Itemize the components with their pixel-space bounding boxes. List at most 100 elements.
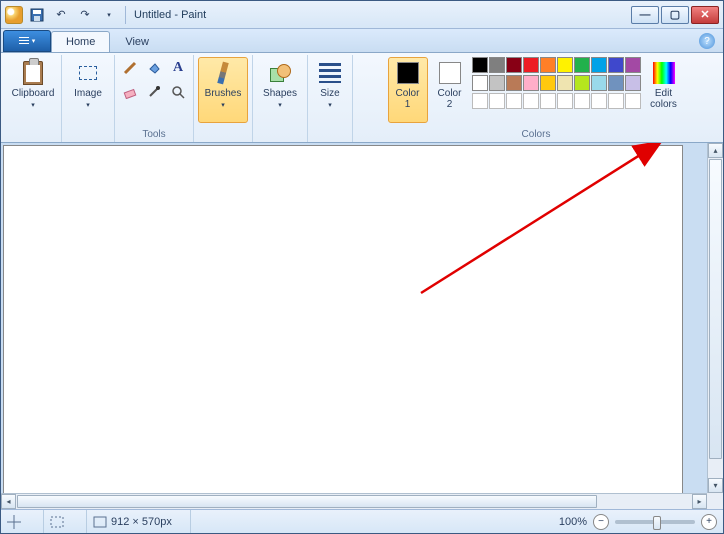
maximize-button[interactable]: ▢ <box>661 6 689 24</box>
size-button[interactable]: Size ▾ <box>312 57 348 123</box>
empty-swatch[interactable] <box>506 93 522 109</box>
canvas[interactable] <box>3 145 683 493</box>
file-menu-button[interactable]: ▾ <box>3 30 51 52</box>
save-button[interactable] <box>27 5 47 25</box>
color-swatch[interactable] <box>574 75 590 91</box>
select-icon <box>79 66 97 80</box>
color-swatch[interactable] <box>591 75 607 91</box>
picker-tool[interactable] <box>143 81 165 103</box>
tab-home[interactable]: Home <box>51 31 110 52</box>
hscroll-thumb[interactable] <box>17 495 597 508</box>
color-swatch[interactable] <box>608 57 624 73</box>
scroll-left-button[interactable]: ◂ <box>1 494 16 509</box>
vscroll-thumb[interactable] <box>709 159 722 459</box>
color-swatch[interactable] <box>540 75 556 91</box>
color-swatch[interactable] <box>557 75 573 91</box>
color-swatch[interactable] <box>557 57 573 73</box>
empty-swatch[interactable] <box>489 93 505 109</box>
qat-customize[interactable]: ▾ <box>99 5 119 25</box>
brushes-button[interactable]: Brushes ▾ <box>198 57 248 123</box>
zoom-level: 100% <box>559 516 587 528</box>
color-swatch[interactable] <box>489 75 505 91</box>
size-icon <box>319 63 341 83</box>
group-brushes: Brushes ▾ x <box>194 55 253 142</box>
empty-swatch[interactable] <box>608 93 624 109</box>
color-swatch[interactable] <box>625 57 641 73</box>
color-swatch[interactable] <box>608 75 624 91</box>
window-title: Untitled - Paint <box>134 9 206 21</box>
color-swatch[interactable] <box>472 75 488 91</box>
color-swatch[interactable] <box>540 57 556 73</box>
tools-grid: A <box>119 57 189 103</box>
undo-button[interactable]: ↶ <box>51 5 71 25</box>
text-tool[interactable]: A <box>167 57 189 79</box>
zoom-in-button[interactable]: + <box>701 514 717 530</box>
app-icon <box>5 6 23 24</box>
empty-swatch[interactable] <box>523 93 539 109</box>
clipboard-icon <box>23 61 43 85</box>
group-shapes: Shapes ▾ x <box>253 55 308 142</box>
color1-swatch <box>397 62 419 84</box>
edit-colors-button[interactable]: Edit colors <box>643 57 685 123</box>
status-bar: 912 × 570px 100% − + <box>1 509 723 533</box>
color-swatch[interactable] <box>625 75 641 91</box>
scroll-down-button[interactable]: ▾ <box>708 478 723 493</box>
quick-access-toolbar: ↶ ↷ ▾ <box>5 5 128 25</box>
selection-size <box>50 510 87 533</box>
title-bar: ↶ ↷ ▾ Untitled - Paint — ▢ ✕ <box>1 1 723 29</box>
scroll-up-button[interactable]: ▴ <box>708 143 723 158</box>
pencil-tool[interactable] <box>119 57 141 79</box>
color2-swatch <box>439 62 461 84</box>
empty-swatch[interactable] <box>625 93 641 109</box>
color1-button[interactable]: Color 1 <box>388 57 428 123</box>
color-swatch[interactable] <box>574 57 590 73</box>
brush-icon <box>217 62 228 85</box>
clipboard-button[interactable]: Clipboard ▾ <box>9 57 57 123</box>
zoom-out-button[interactable]: − <box>593 514 609 530</box>
close-button[interactable]: ✕ <box>691 6 719 24</box>
empty-swatch[interactable] <box>557 93 573 109</box>
colors-group-label: Colors <box>522 127 551 142</box>
shapes-button[interactable]: Shapes ▾ <box>257 57 303 123</box>
group-colors: Color 1 Color 2 Edit colors Colors <box>353 55 719 142</box>
crosshair-icon <box>7 515 21 529</box>
color-swatch[interactable] <box>506 57 522 73</box>
fill-tool[interactable] <box>143 57 165 79</box>
canvas-size-icon <box>93 516 107 528</box>
scroll-right-button[interactable]: ▸ <box>692 494 707 509</box>
color-swatch[interactable] <box>472 57 488 73</box>
canvas-size-text: 912 × 570px <box>111 516 172 528</box>
scroll-corner <box>707 493 723 509</box>
color-swatch[interactable] <box>506 75 522 91</box>
empty-swatch[interactable] <box>574 93 590 109</box>
vertical-scrollbar[interactable]: ▴ ▾ <box>707 143 723 493</box>
minimize-button[interactable]: — <box>631 6 659 24</box>
canvas-viewport <box>1 143 707 493</box>
empty-swatch[interactable] <box>472 93 488 109</box>
tools-group-label: Tools <box>142 127 165 142</box>
redo-button[interactable]: ↷ <box>75 5 95 25</box>
help-icon[interactable]: ? <box>699 33 715 49</box>
ribbon: Clipboard ▾ Clipboard Image ▾ x <box>1 53 723 143</box>
magnifier-tool[interactable] <box>167 81 189 103</box>
work-area: ▴ ▾ ◂ ▸ <box>1 143 723 509</box>
image-select-button[interactable]: Image ▾ <box>66 57 110 123</box>
window-controls: — ▢ ✕ <box>631 6 719 24</box>
color2-button[interactable]: Color 2 <box>430 57 470 123</box>
group-size: Size ▾ x <box>308 55 353 142</box>
color-swatch[interactable] <box>591 57 607 73</box>
empty-swatch[interactable] <box>540 93 556 109</box>
group-tools: A Tools <box>115 55 194 142</box>
eraser-tool[interactable] <box>119 81 141 103</box>
zoom-slider[interactable] <box>615 520 695 524</box>
color-swatch[interactable] <box>523 57 539 73</box>
color-swatch[interactable] <box>489 57 505 73</box>
color-swatch[interactable] <box>523 75 539 91</box>
rainbow-icon <box>653 62 675 84</box>
color-palette <box>472 57 641 109</box>
shapes-icon <box>270 64 290 82</box>
empty-swatch[interactable] <box>591 93 607 109</box>
horizontal-scrollbar[interactable]: ◂ ▸ <box>1 493 707 509</box>
separator <box>125 6 126 24</box>
tab-view[interactable]: View <box>110 31 164 52</box>
